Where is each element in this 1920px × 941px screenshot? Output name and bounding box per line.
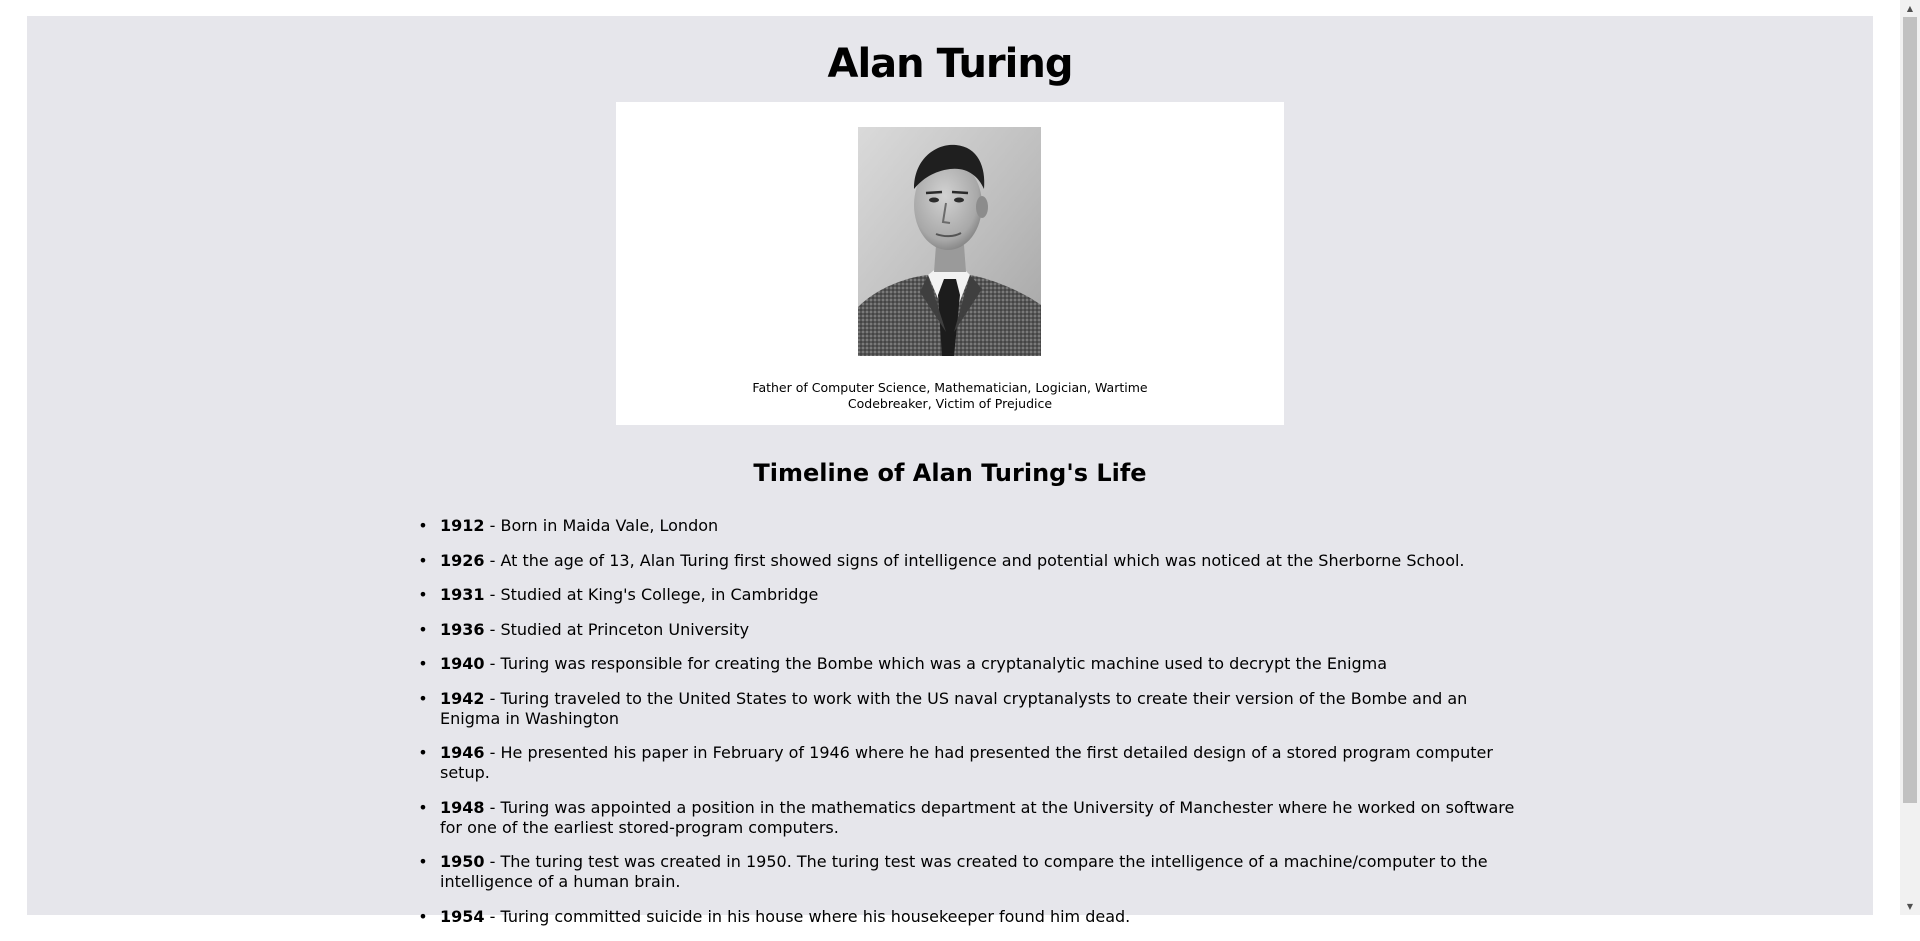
timeline-text: - Turing traveled to the United States t…	[440, 688, 1468, 728]
portrait-card: Father of Computer Science, Mathematicia…	[616, 102, 1284, 425]
bullet-icon: •	[418, 852, 428, 871]
page-title: Alan Turing	[827, 41, 1074, 87]
timeline-year: 1931	[440, 585, 485, 604]
main-content: Alan Turing Father of Computer Science, …	[27, 16, 1873, 926]
timeline-text: - Born in Maida Vale, London	[484, 516, 719, 535]
vertical-scrollbar[interactable]: ▲ ▼	[1900, 0, 1920, 915]
bullet-icon: •	[418, 743, 428, 762]
timeline-item: • 1931 - Studied at King's College, in Ca…	[418, 585, 1520, 605]
timeline-item: • 1940 - Turing was responsible for creat…	[418, 654, 1520, 674]
timeline-text: - Studied at King's College, in Cambridg…	[484, 585, 819, 604]
timeline-year: 1948	[440, 797, 485, 817]
timeline-list: • 1912 - Born in Maida Vale, London • 1926…	[418, 516, 1520, 941]
bullet-icon: •	[418, 619, 428, 639]
timeline-item: • 1954 - Turing committed suicide in his …	[418, 906, 1520, 927]
timeline-item: • 1950 - The turing test was created in 1…	[418, 852, 1520, 892]
image-caption: Father of Computer Science, Mathematicia…	[752, 380, 1148, 411]
timeline-text: - He presented his paper in February of …	[440, 743, 1493, 782]
timeline-text: - Turing committed suicide in his house …	[484, 906, 1131, 926]
timeline-year: 1946	[440, 743, 485, 762]
timeline-heading: Timeline of Alan Turing's Life	[753, 459, 1147, 487]
bullet-icon: •	[418, 797, 428, 817]
timeline-item: • 1936 - Studied at Princeton University	[418, 619, 1520, 640]
timeline-item: • 1926 - At the age of 13, Alan Turing fi…	[418, 550, 1520, 571]
timeline-item: • 1912 - Born in Maida Vale, London	[418, 516, 1520, 536]
timeline-text: - Turing was appointed a position in the…	[440, 797, 1515, 837]
timeline-year: 1942	[440, 688, 485, 708]
timeline-text: - At the age of 13, Alan Turing first sh…	[484, 550, 1465, 570]
timeline-year: 1954	[440, 906, 485, 926]
scrollbar-thumb[interactable]	[1903, 17, 1917, 803]
timeline-year: 1950	[440, 852, 485, 871]
timeline-year: 1912	[440, 516, 485, 535]
bullet-icon: •	[418, 688, 428, 708]
bullet-icon: •	[418, 654, 428, 673]
bullet-icon: •	[418, 585, 428, 604]
scroll-down-arrow-icon[interactable]: ▼	[1900, 898, 1920, 915]
bullet-icon: •	[418, 550, 428, 570]
timeline-year: 1926	[440, 550, 485, 570]
timeline-year: 1936	[440, 619, 485, 639]
bullet-icon: •	[418, 516, 428, 535]
timeline-item: • 1948 - Turing was appointed a position …	[418, 797, 1520, 838]
timeline-item: • 1946 - He presented his paper in Februa…	[418, 743, 1520, 783]
scroll-up-arrow-icon[interactable]: ▲	[1900, 0, 1920, 17]
timeline-text: - Studied at Princeton University	[484, 619, 750, 639]
bullet-icon: •	[418, 906, 428, 926]
timeline-item: • 1942 - Turing traveled to the United St…	[418, 688, 1520, 729]
timeline-text: - Turing was responsible for creating th…	[484, 654, 1388, 673]
timeline-text: - The turing test was created in 1950. T…	[440, 852, 1488, 891]
portrait-image	[858, 127, 1041, 356]
timeline-year: 1940	[440, 654, 485, 673]
